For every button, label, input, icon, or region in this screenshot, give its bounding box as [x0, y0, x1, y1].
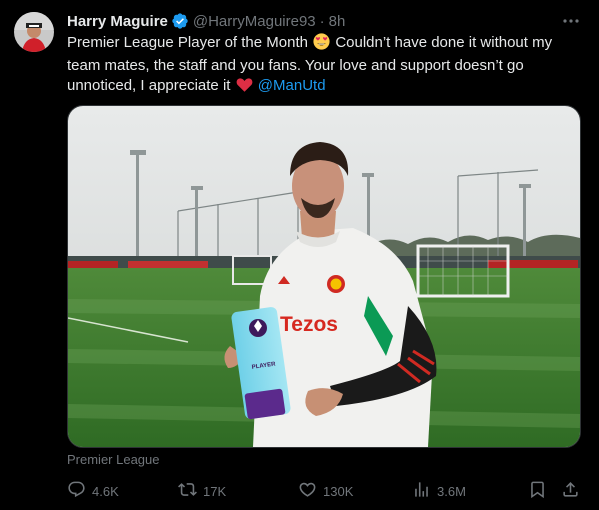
heart-icon — [298, 480, 323, 502]
verified-badge-icon[interactable] — [171, 12, 189, 30]
like-button[interactable]: 130K — [298, 480, 353, 502]
reply-icon — [67, 480, 92, 502]
reply-count: 4.6K — [92, 483, 119, 499]
more-options-icon[interactable] — [561, 12, 581, 30]
display-name[interactable]: Harry Maguire — [67, 13, 168, 30]
share-button[interactable] — [561, 480, 586, 502]
media-caption[interactable]: Premier League — [67, 452, 160, 467]
tweet-card[interactable]: Harry Maguire @HarryMaguire93 · 8h Premi… — [0, 0, 599, 510]
header-separator: · — [319, 12, 325, 30]
tweet-timestamp[interactable]: 8h — [329, 13, 346, 30]
mention-link[interactable]: @ManUtd — [258, 77, 326, 94]
repost-icon — [178, 480, 203, 502]
repost-count: 17K — [203, 483, 227, 499]
tweet-photo[interactable]: Tezos PLAYER — [67, 105, 581, 448]
avatar[interactable] — [14, 12, 54, 52]
views-chart-icon — [412, 480, 437, 502]
bookmark-button[interactable] — [528, 480, 553, 502]
views-button[interactable]: 3.6M — [412, 480, 466, 502]
tweet-text: Premier League Player of the Month Could… — [67, 33, 579, 99]
like-count: 130K — [323, 483, 354, 499]
heart-eyes-emoji-icon — [313, 33, 330, 56]
reply-button[interactable]: 4.6K — [67, 480, 119, 502]
views-count: 3.6M — [437, 483, 466, 499]
red-heart-emoji-icon — [236, 77, 253, 99]
author-handle[interactable]: @HarryMaguire93 — [193, 13, 316, 30]
action-bar: 4.6K 17K 130K 3.6M — [67, 480, 581, 502]
bookmark-icon — [528, 480, 553, 502]
repost-button[interactable]: 17K — [178, 480, 226, 502]
tweet-text-part1: Premier League Player of the Month — [67, 34, 308, 51]
sponsor-text: Tezos — [280, 313, 338, 336]
share-icon — [561, 480, 586, 502]
tweet-header: Harry Maguire @HarryMaguire93 · 8h — [67, 11, 345, 31]
